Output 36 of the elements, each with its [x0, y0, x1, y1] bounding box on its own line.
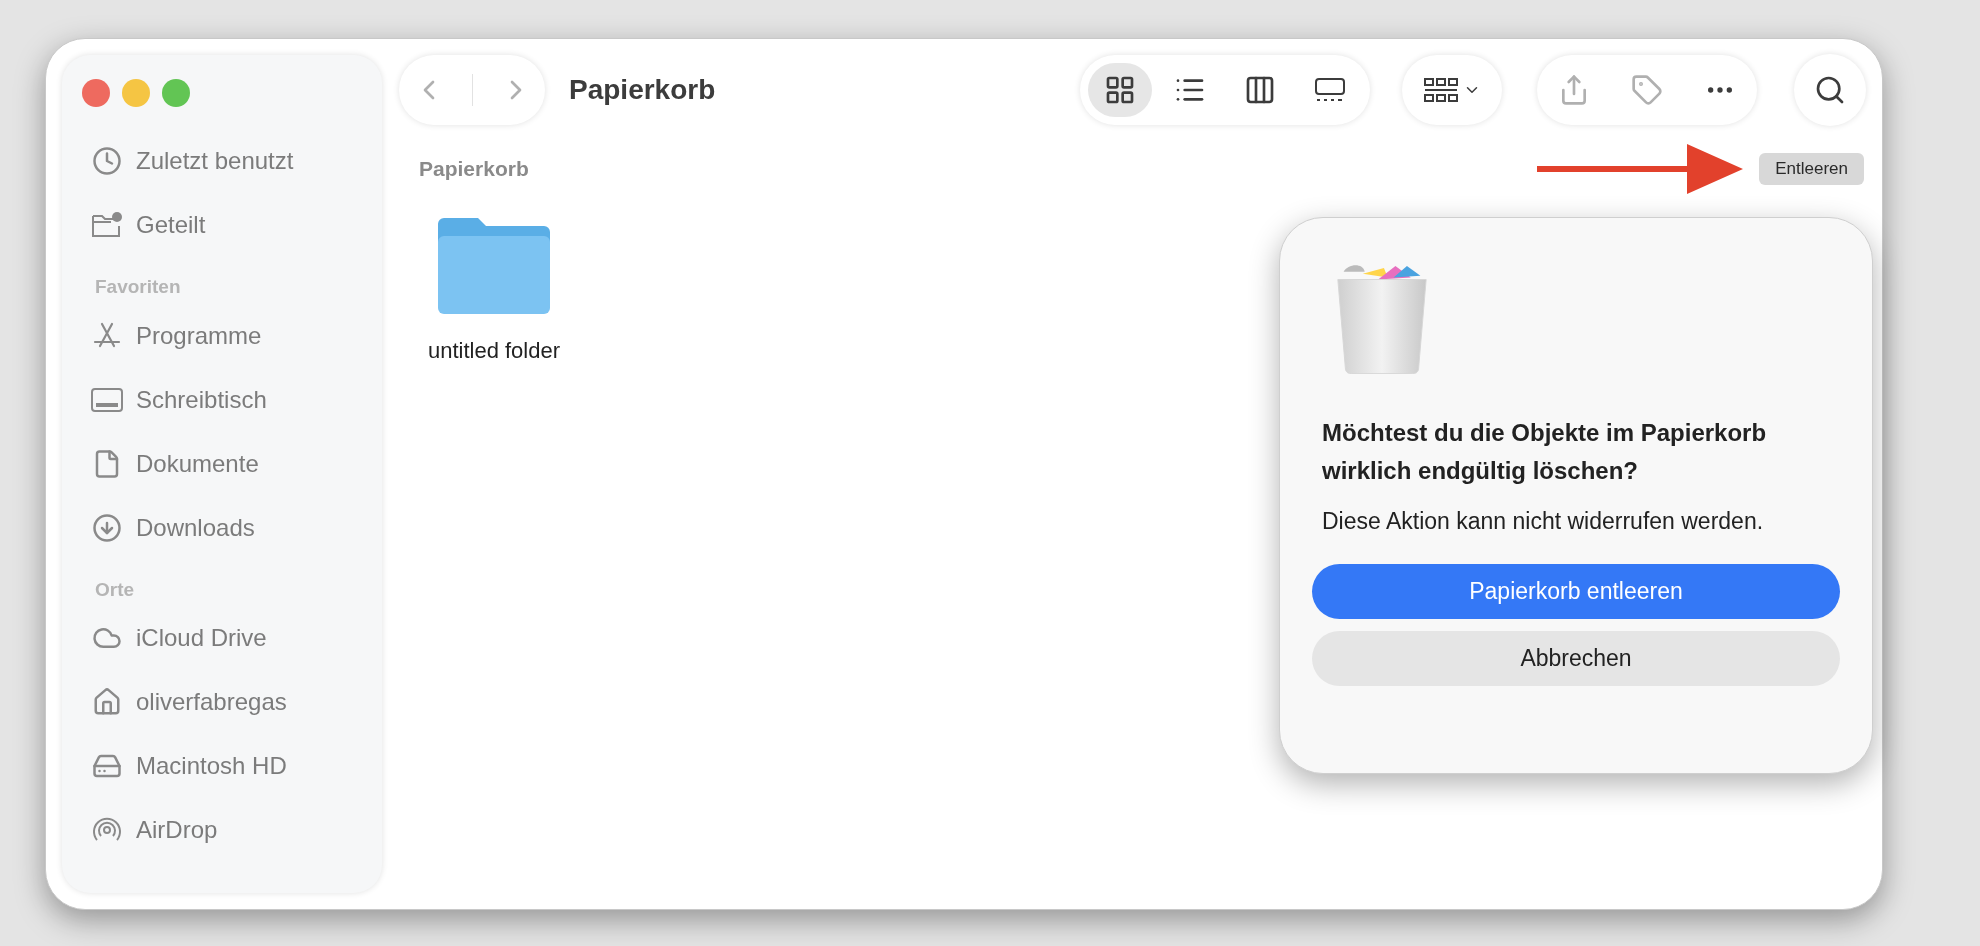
search-button[interactable]: [1794, 54, 1866, 126]
clock-icon: [92, 146, 122, 176]
minimize-button[interactable]: [122, 79, 150, 107]
column-view-icon: [1244, 74, 1276, 106]
sidebar-item[interactable]: Downloads: [136, 509, 255, 546]
sidebar-section-title: Orte: [94, 577, 136, 602]
sidebar-item[interactable]: Schreibtisch: [136, 381, 267, 418]
grid-view-icon: [1104, 74, 1136, 106]
dialog-title: Möchtest du die Objekte im Papierkorb wirklich endgültig löschen?: [1321, 418, 1768, 486]
desktop-icon: [90, 385, 124, 414]
sidebar-item[interactable]: oliverfabregas: [136, 684, 287, 720]
sidebar-item[interactable]: AirDrop: [136, 812, 218, 848]
window-title: Papierkorb: [569, 73, 716, 107]
confirm-button[interactable]: Papierkorb entleeren: [1312, 564, 1840, 619]
sidebar-item[interactable]: Macintosh HD: [136, 748, 287, 784]
item-grid-icon: [1423, 76, 1459, 104]
empty-trash-button[interactable]: Entleeren: [1759, 153, 1864, 185]
dialog-message: Diese Aktion kann nicht widerrufen werden.: [1321, 507, 1765, 536]
search-icon: [1814, 74, 1846, 106]
house-icon: [92, 687, 122, 717]
sidebar-item[interactable]: Programme: [136, 317, 262, 354]
download-icon: [92, 512, 122, 543]
folder-person-icon: [91, 211, 123, 239]
zoom-button[interactable]: [162, 79, 190, 107]
sidebar-item[interactable]: Zuletzt benutzt: [136, 143, 294, 179]
group-by-button[interactable]: [1402, 55, 1502, 125]
cancel-button[interactable]: Abbrechen: [1312, 631, 1840, 686]
tag-icon[interactable]: [1631, 74, 1663, 106]
file-name[interactable]: untitled folder: [427, 334, 561, 367]
path-header: Papierkorb: [419, 156, 529, 183]
sidebar-section-title: Favoriten: [94, 275, 182, 299]
view-mode-button[interactable]: [1088, 63, 1152, 117]
sidebar-item[interactable]: Dokumente: [136, 445, 259, 482]
sidebar-item[interactable]: Geteilt: [136, 207, 206, 243]
sidebar-item[interactable]: iCloud Drive: [136, 620, 267, 656]
close-button[interactable]: [82, 79, 110, 107]
